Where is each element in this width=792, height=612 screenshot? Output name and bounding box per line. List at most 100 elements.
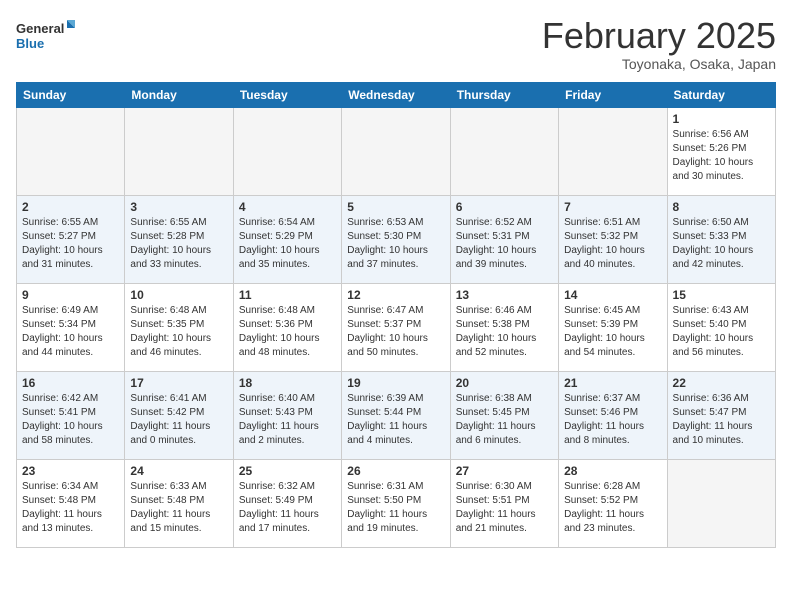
day-cell (559, 107, 667, 195)
day-cell: 13 Sunrise: 6:46 AMSunset: 5:38 PMDayligh… (450, 283, 558, 371)
day-number: 22 (673, 376, 770, 390)
weekday-friday: Friday (559, 82, 667, 107)
day-info: Sunrise: 6:28 AMSunset: 5:52 PMDaylight:… (564, 480, 661, 536)
day-cell: 25 Sunrise: 6:32 AMSunset: 5:49 PMDayligh… (233, 459, 341, 547)
day-number: 12 (347, 288, 444, 302)
day-number: 28 (564, 464, 661, 478)
day-number: 3 (130, 200, 227, 214)
weekday-saturday: Saturday (667, 82, 775, 107)
day-cell (450, 107, 558, 195)
day-number: 15 (673, 288, 770, 302)
day-number: 11 (239, 288, 336, 302)
day-info: Sunrise: 6:30 AMSunset: 5:51 PMDaylight:… (456, 480, 553, 536)
day-cell: 11 Sunrise: 6:48 AMSunset: 5:36 PMDayligh… (233, 283, 341, 371)
day-cell: 1 Sunrise: 6:56 AMSunset: 5:26 PMDaylight… (667, 107, 775, 195)
weekday-tuesday: Tuesday (233, 82, 341, 107)
day-cell: 18 Sunrise: 6:40 AMSunset: 5:43 PMDayligh… (233, 371, 341, 459)
day-number: 1 (673, 112, 770, 126)
day-cell: 28 Sunrise: 6:28 AMSunset: 5:52 PMDayligh… (559, 459, 667, 547)
day-cell: 16 Sunrise: 6:42 AMSunset: 5:41 PMDayligh… (17, 371, 125, 459)
day-cell: 23 Sunrise: 6:34 AMSunset: 5:48 PMDayligh… (17, 459, 125, 547)
day-cell: 27 Sunrise: 6:30 AMSunset: 5:51 PMDayligh… (450, 459, 558, 547)
day-cell: 26Sunrise: 6:31 AMSunset: 5:50 PMDayligh… (342, 459, 450, 547)
day-cell (342, 107, 450, 195)
day-number: 18 (239, 376, 336, 390)
page-header: General Blue February 2025 Toyonaka, Osa… (16, 16, 776, 72)
day-info: Sunrise: 6:34 AMSunset: 5:48 PMDaylight:… (22, 480, 119, 536)
day-info: Sunrise: 6:46 AMSunset: 5:38 PMDaylight:… (456, 304, 553, 360)
week-row-1: 1 Sunrise: 6:56 AMSunset: 5:26 PMDaylight… (17, 107, 776, 195)
day-number: 10 (130, 288, 227, 302)
day-number: 5 (347, 200, 444, 214)
day-cell: 6 Sunrise: 6:52 AMSunset: 5:31 PMDaylight… (450, 195, 558, 283)
month-title: February 2025 (542, 16, 776, 56)
day-cell: 14Sunrise: 6:45 AMSunset: 5:39 PMDayligh… (559, 283, 667, 371)
day-number: 13 (456, 288, 553, 302)
day-info: Sunrise: 6:47 AMSunset: 5:37 PMDaylight:… (347, 304, 444, 360)
day-info: Sunrise: 6:55 AMSunset: 5:27 PMDaylight:… (22, 216, 119, 272)
day-info: Sunrise: 6:48 AMSunset: 5:35 PMDaylight:… (130, 304, 227, 360)
logo: General Blue (16, 16, 76, 56)
calendar-table: SundayMondayTuesdayWednesdayThursdayFrid… (16, 82, 776, 548)
location: Toyonaka, Osaka, Japan (542, 56, 776, 72)
day-number: 17 (130, 376, 227, 390)
day-info: Sunrise: 6:53 AMSunset: 5:30 PMDaylight:… (347, 216, 444, 272)
day-info: Sunrise: 6:32 AMSunset: 5:49 PMDaylight:… (239, 480, 336, 536)
day-number: 4 (239, 200, 336, 214)
day-info: Sunrise: 6:49 AMSunset: 5:34 PMDaylight:… (22, 304, 119, 360)
day-cell (233, 107, 341, 195)
day-number: 8 (673, 200, 770, 214)
day-cell (17, 107, 125, 195)
day-number: 23 (22, 464, 119, 478)
day-number: 9 (22, 288, 119, 302)
weekday-header-row: SundayMondayTuesdayWednesdayThursdayFrid… (17, 82, 776, 107)
day-cell: 7Sunrise: 6:51 AMSunset: 5:32 PMDaylight… (559, 195, 667, 283)
day-info: Sunrise: 6:56 AMSunset: 5:26 PMDaylight:… (673, 128, 770, 184)
day-number: 7 (564, 200, 661, 214)
day-info: Sunrise: 6:54 AMSunset: 5:29 PMDaylight:… (239, 216, 336, 272)
day-info: Sunrise: 6:42 AMSunset: 5:41 PMDaylight:… (22, 392, 119, 448)
day-cell: 3Sunrise: 6:55 AMSunset: 5:28 PMDaylight… (125, 195, 233, 283)
day-cell: 22 Sunrise: 6:36 AMSunset: 5:47 PMDayligh… (667, 371, 775, 459)
day-number: 6 (456, 200, 553, 214)
day-info: Sunrise: 6:48 AMSunset: 5:36 PMDaylight:… (239, 304, 336, 360)
svg-text:Blue: Blue (16, 36, 44, 51)
day-cell: 4 Sunrise: 6:54 AMSunset: 5:29 PMDaylight… (233, 195, 341, 283)
day-cell (125, 107, 233, 195)
logo-svg: General Blue (16, 16, 76, 56)
day-cell: 20Sunrise: 6:38 AMSunset: 5:45 PMDayligh… (450, 371, 558, 459)
weekday-monday: Monday (125, 82, 233, 107)
day-info: Sunrise: 6:41 AMSunset: 5:42 PMDaylight:… (130, 392, 227, 448)
day-info: Sunrise: 6:39 AMSunset: 5:44 PMDaylight:… (347, 392, 444, 448)
day-info: Sunrise: 6:38 AMSunset: 5:45 PMDaylight:… (456, 392, 553, 448)
day-cell: 12 Sunrise: 6:47 AMSunset: 5:37 PMDayligh… (342, 283, 450, 371)
day-info: Sunrise: 6:45 AMSunset: 5:39 PMDaylight:… (564, 304, 661, 360)
day-number: 19 (347, 376, 444, 390)
day-number: 26 (347, 464, 444, 478)
day-cell: 17 Sunrise: 6:41 AMSunset: 5:42 PMDayligh… (125, 371, 233, 459)
day-number: 16 (22, 376, 119, 390)
day-info: Sunrise: 6:36 AMSunset: 5:47 PMDaylight:… (673, 392, 770, 448)
week-row-2: 2 Sunrise: 6:55 AMSunset: 5:27 PMDaylight… (17, 195, 776, 283)
day-cell: 24 Sunrise: 6:33 AMSunset: 5:48 PMDayligh… (125, 459, 233, 547)
day-cell (667, 459, 775, 547)
day-info: Sunrise: 6:52 AMSunset: 5:31 PMDaylight:… (456, 216, 553, 272)
day-info: Sunrise: 6:40 AMSunset: 5:43 PMDaylight:… (239, 392, 336, 448)
weekday-thursday: Thursday (450, 82, 558, 107)
week-row-3: 9 Sunrise: 6:49 AMSunset: 5:34 PMDaylight… (17, 283, 776, 371)
svg-text:General: General (16, 21, 64, 36)
weekday-wednesday: Wednesday (342, 82, 450, 107)
day-cell: 2 Sunrise: 6:55 AMSunset: 5:27 PMDaylight… (17, 195, 125, 283)
day-number: 27 (456, 464, 553, 478)
day-number: 2 (22, 200, 119, 214)
day-number: 21 (564, 376, 661, 390)
day-number: 25 (239, 464, 336, 478)
day-info: Sunrise: 6:33 AMSunset: 5:48 PMDaylight:… (130, 480, 227, 536)
day-number: 24 (130, 464, 227, 478)
day-cell: 8Sunrise: 6:50 AMSunset: 5:33 PMDaylight… (667, 195, 775, 283)
day-cell: 5 Sunrise: 6:53 AMSunset: 5:30 PMDaylight… (342, 195, 450, 283)
day-info: Sunrise: 6:43 AMSunset: 5:40 PMDaylight:… (673, 304, 770, 360)
week-row-4: 16 Sunrise: 6:42 AMSunset: 5:41 PMDayligh… (17, 371, 776, 459)
weekday-sunday: Sunday (17, 82, 125, 107)
day-cell: 21Sunrise: 6:37 AMSunset: 5:46 PMDayligh… (559, 371, 667, 459)
